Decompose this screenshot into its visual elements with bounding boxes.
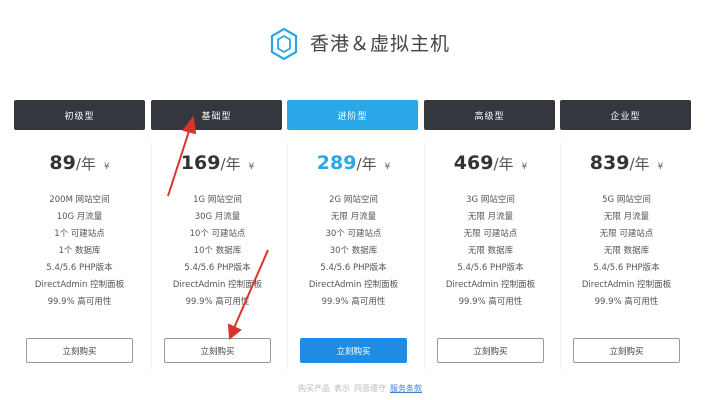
plan-tab[interactable]: 企业型	[560, 100, 691, 130]
feature-item: DirectAdmin 控制面板	[581, 280, 672, 290]
buy-button[interactable]: 立刻购买	[164, 338, 271, 363]
plan-tab[interactable]: 基础型	[151, 100, 282, 130]
feature-list: 1G 网站空间 30G 月流量 10个 可建站点 10个 数据库 5.4/5.6…	[152, 192, 283, 311]
plan-body: 839/年 ¥ 5G 网站空间 无限 月流量 无限 可建站点 无限 数据库 5.4…	[560, 142, 691, 370]
feature-item: 10个 可建站点	[189, 229, 246, 239]
price-row: 169/年 ¥	[152, 152, 283, 174]
feature-item: 99.9% 高可用性	[185, 297, 250, 307]
feature-item: 99.9% 高可用性	[594, 297, 659, 307]
currency-symbol: ¥	[248, 162, 255, 172]
feature-item: 无限 可建站点	[463, 229, 518, 239]
buy-button[interactable]: 立刻购买	[437, 338, 544, 363]
feature-item: 99.9% 高可用性	[458, 297, 523, 307]
feature-item: 10G 月流量	[56, 212, 103, 222]
feature-item: 5.4/5.6 PHP版本	[320, 263, 387, 273]
footer-text: 同意遵守	[354, 384, 386, 393]
feature-item: 1个 数据库	[58, 246, 101, 256]
feature-item: 1个 可建站点	[54, 229, 105, 239]
footer-text: 表示	[334, 384, 350, 393]
price-row: 469/年 ¥	[425, 152, 556, 174]
hexagon-logo-icon	[270, 27, 298, 61]
plan-body: 169/年 ¥ 1G 网站空间 30G 月流量 10个 可建站点 10个 数据库 …	[151, 142, 282, 370]
feature-item: DirectAdmin 控制面板	[308, 280, 399, 290]
plan-card-advanced: 进阶型 289/年 ¥ 2G 网站空间 无限 月流量 30个 可建站点 30个 数…	[287, 100, 418, 370]
feature-item: 5.4/5.6 PHP版本	[184, 263, 251, 273]
feature-list: 2G 网站空间 无限 月流量 30个 可建站点 30个 数据库 5.4/5.6 …	[288, 192, 419, 311]
feature-item: 无限 月流量	[330, 212, 377, 222]
currency-symbol: ¥	[103, 162, 110, 172]
currency-symbol: ¥	[521, 162, 528, 172]
buy-button[interactable]: 立刻购买	[26, 338, 133, 363]
price-unit: /年	[75, 155, 96, 173]
plan-body: 289/年 ¥ 2G 网站空间 无限 月流量 30个 可建站点 30个 数据库 5…	[287, 142, 418, 370]
feature-item: 1G 网站空间	[193, 195, 242, 205]
feature-item: DirectAdmin 控制面板	[445, 280, 536, 290]
plan-card-premium: 高级型 469/年 ¥ 3G 网站空间 无限 月流量 无限 可建站点 无限 数据库…	[424, 100, 555, 370]
feature-item: 200M 网站空间	[49, 195, 110, 205]
plan-tab[interactable]: 高级型	[424, 100, 555, 130]
feature-item: DirectAdmin 控制面板	[34, 280, 125, 290]
price-unit: /年	[493, 155, 514, 173]
feature-item: 5.4/5.6 PHP版本	[46, 263, 113, 273]
feature-item: 无限 月流量	[603, 212, 650, 222]
footer-text: 购买产品	[298, 384, 330, 393]
page-header: 香港＆虚拟主机	[0, 0, 720, 80]
plan-card-enterprise: 企业型 839/年 ¥ 5G 网站空间 无限 月流量 无限 可建站点 无限 数据库…	[560, 100, 691, 370]
footer-terms: 购买产品 表示 同意遵守 服务条款	[0, 383, 720, 394]
price-value: 469	[453, 152, 494, 174]
currency-symbol: ¥	[384, 162, 391, 172]
feature-item: 无限 数据库	[467, 246, 514, 256]
price-row: 89/年 ¥	[14, 152, 145, 174]
currency-symbol: ¥	[657, 162, 664, 172]
feature-item: 无限 可建站点	[599, 229, 654, 239]
price-value: 289	[316, 152, 357, 174]
price-unit: /年	[220, 155, 241, 173]
price-unit: /年	[356, 155, 377, 173]
feature-item: 99.9% 高可用性	[321, 297, 386, 307]
feature-item: 5.4/5.6 PHP版本	[593, 263, 660, 273]
feature-item: 5G 网站空间	[602, 195, 651, 205]
buy-button[interactable]: 立刻购买	[573, 338, 680, 363]
terms-link[interactable]: 服务条款	[390, 384, 422, 393]
feature-item: 30个 数据库	[329, 246, 378, 256]
feature-item: 99.9% 高可用性	[47, 297, 112, 307]
feature-item: DirectAdmin 控制面板	[172, 280, 263, 290]
feature-item: 无限 数据库	[603, 246, 650, 256]
feature-item: 5.4/5.6 PHP版本	[457, 263, 524, 273]
plan-tab[interactable]: 初级型	[14, 100, 145, 130]
feature-item: 无限 月流量	[467, 212, 514, 222]
price-value: 169	[180, 152, 221, 174]
buy-button[interactable]: 立刻购买	[300, 338, 407, 363]
price-value: 839	[589, 152, 630, 174]
price-value: 89	[49, 152, 76, 174]
feature-item: 30G 月流量	[194, 212, 241, 222]
plan-card-basic: 初级型 89/年 ¥ 200M 网站空间 10G 月流量 1个 可建站点 1个 数…	[14, 100, 145, 370]
feature-list: 200M 网站空间 10G 月流量 1个 可建站点 1个 数据库 5.4/5.6…	[14, 192, 145, 311]
feature-item: 30个 可建站点	[325, 229, 382, 239]
plan-tab[interactable]: 进阶型	[287, 100, 418, 130]
price-row: 839/年 ¥	[561, 152, 692, 174]
page-title: 香港＆虚拟主机	[310, 33, 451, 55]
price-unit: /年	[629, 155, 650, 173]
plan-card-standard: 基础型 169/年 ¥ 1G 网站空间 30G 月流量 10个 可建站点 10个 …	[151, 100, 282, 370]
pricing-plans: 初级型 89/年 ¥ 200M 网站空间 10G 月流量 1个 可建站点 1个 数…	[0, 100, 720, 370]
feature-list: 5G 网站空间 无限 月流量 无限 可建站点 无限 数据库 5.4/5.6 PH…	[561, 192, 692, 311]
feature-item: 3G 网站空间	[466, 195, 515, 205]
plan-body: 469/年 ¥ 3G 网站空间 无限 月流量 无限 可建站点 无限 数据库 5.4…	[424, 142, 555, 370]
feature-item: 2G 网站空间	[329, 195, 378, 205]
feature-item: 10个 数据库	[193, 246, 242, 256]
price-row: 289/年 ¥	[288, 152, 419, 174]
plan-body: 89/年 ¥ 200M 网站空间 10G 月流量 1个 可建站点 1个 数据库 5…	[14, 142, 145, 370]
feature-list: 3G 网站空间 无限 月流量 无限 可建站点 无限 数据库 5.4/5.6 PH…	[425, 192, 556, 311]
